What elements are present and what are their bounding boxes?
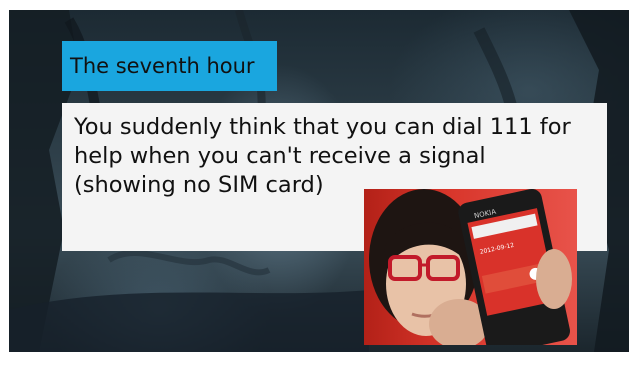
slide: The seventh hour You suddenly think that… (9, 10, 629, 352)
body-line: help when you can't receive a signal (74, 143, 486, 169)
slide-title: The seventh hour (62, 41, 277, 91)
body-line: You suddenly think that you can dial 111… (74, 114, 571, 140)
photo-illustration: NOKIA 2012-09-12 (369, 189, 572, 345)
photo-girl-with-phone: NOKIA 2012-09-12 (364, 189, 577, 345)
